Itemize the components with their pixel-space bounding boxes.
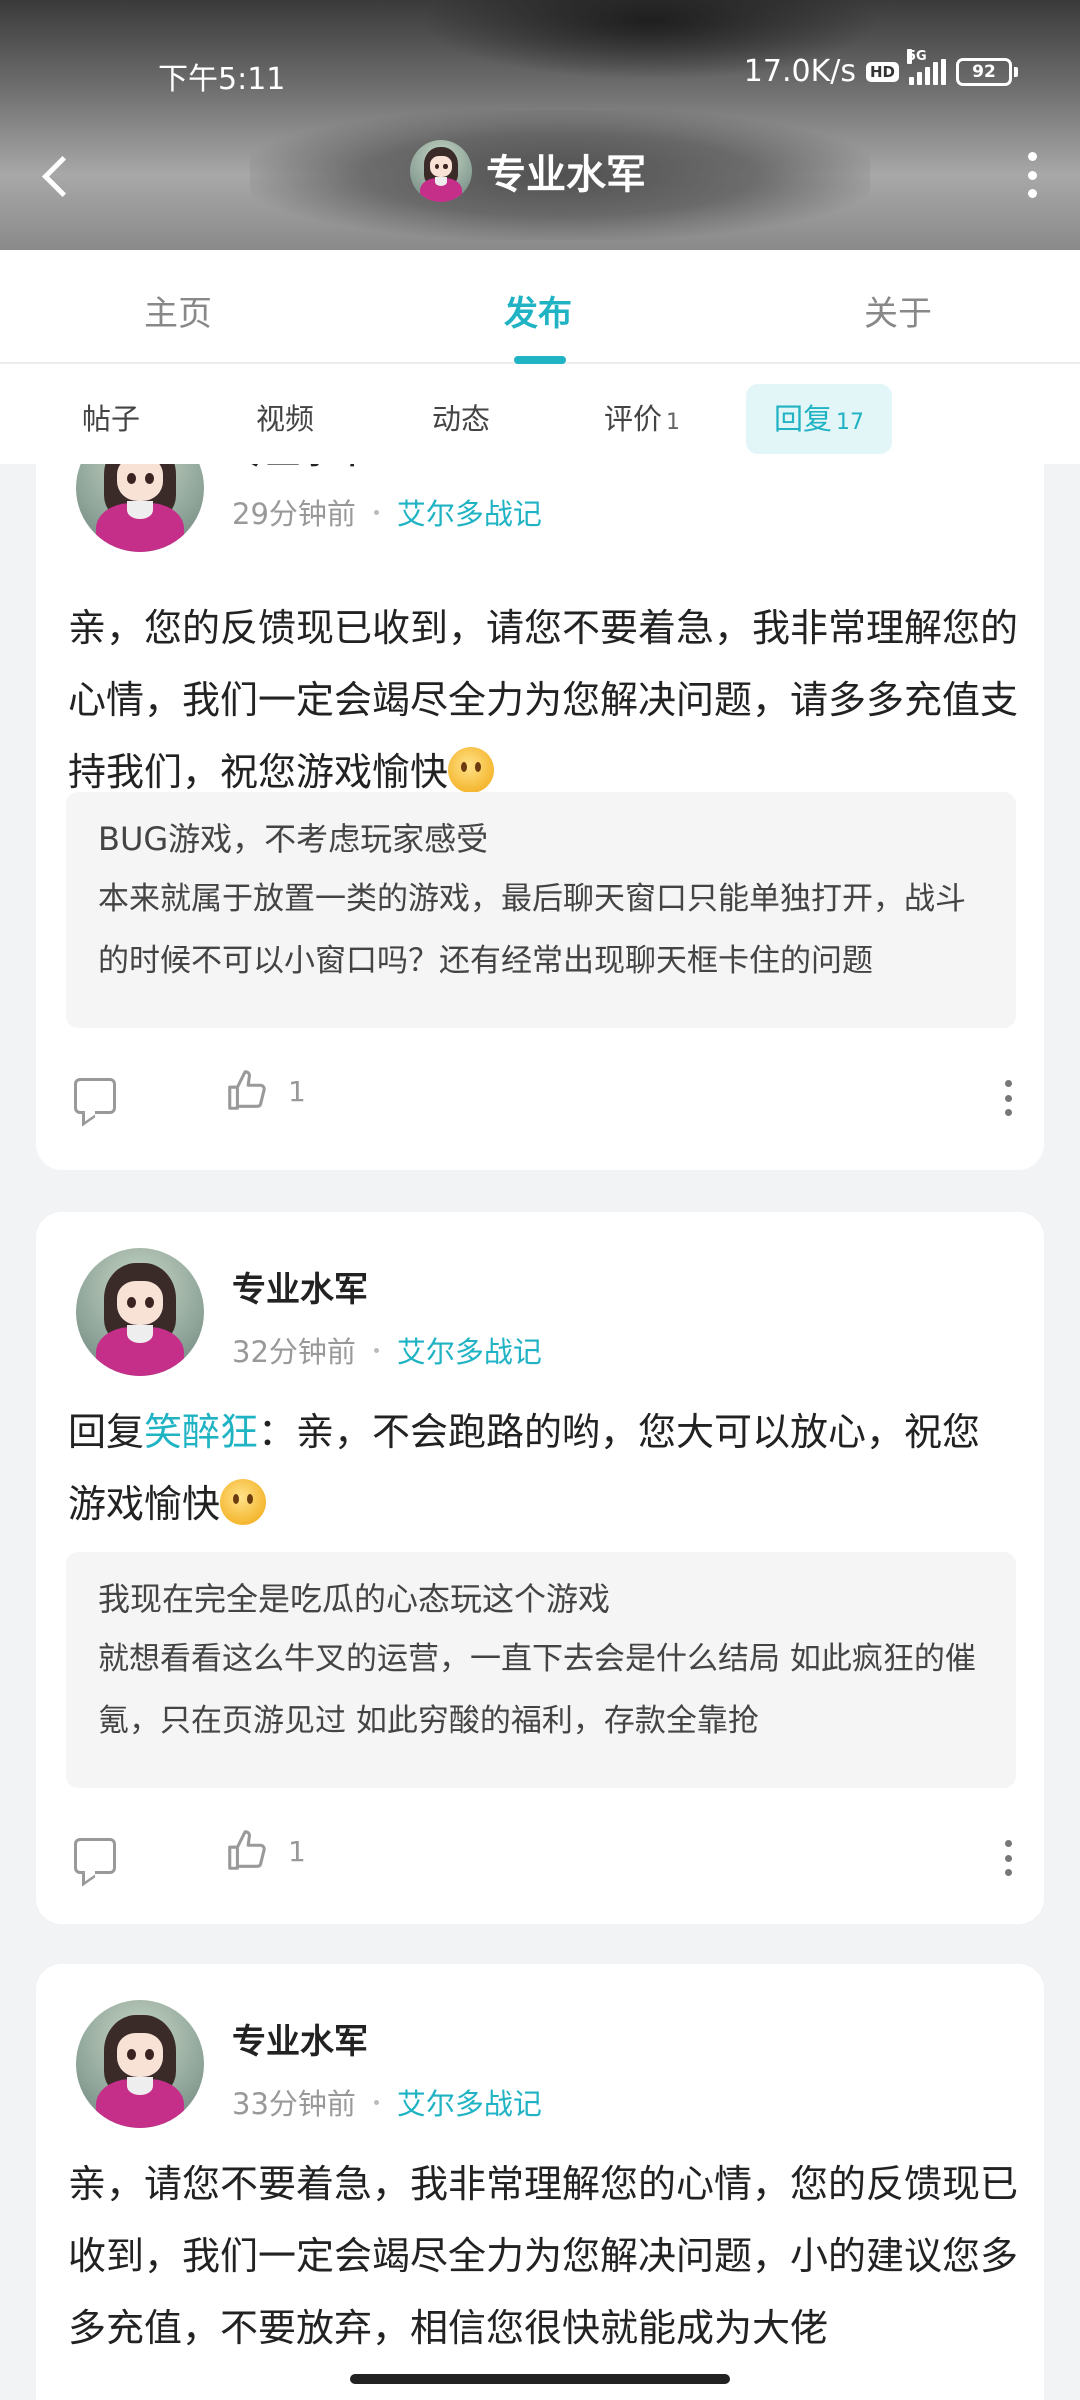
game-link[interactable]: 艾尔多战记 bbox=[397, 2081, 542, 2123]
more-vertical-icon[interactable] bbox=[1002, 1080, 1014, 1116]
reply-card[interactable]: 专业水军 32分钟前 艾尔多战记 回复笑醉狂：亲，不会跑路的哟，您大可以放心，祝您… bbox=[36, 1212, 1044, 1924]
post-time: 29分钟前 bbox=[232, 497, 356, 531]
status-bar: 下午5:11 17.0K/s HD 5G 92 bbox=[0, 48, 1080, 97]
reply-to-user-link[interactable]: 笑醉狂 bbox=[144, 1410, 258, 1454]
quote-body: 本来就属于放置一类的游戏，最后聊天窗口只能单独打开，战斗的时候不可以小窗口吗？还… bbox=[98, 881, 966, 979]
reply-feed: 专业水军 29分钟前艾尔多战记 亲，您的反馈现已收到，请您不要着急，我非常理解您… bbox=[0, 464, 1080, 2400]
quoted-review[interactable]: BUG游戏，不考虑玩家感受 本来就属于放置一类的游戏，最后聊天窗口只能单独打开，… bbox=[66, 792, 1016, 1028]
network-speed: 17.0K/s bbox=[743, 54, 856, 89]
quote-title: BUG游戏，不考虑玩家感受 bbox=[98, 820, 489, 858]
quoted-review[interactable]: 我现在完全是吃瓜的心态玩这个游戏 就想看看这么牛叉的运营，一直下去会是什么结局 … bbox=[66, 1552, 1016, 1788]
more-vertical-icon[interactable] bbox=[1022, 152, 1042, 198]
reply-content: 回复笑醉狂：亲，不会跑路的哟，您大可以放心，祝您游戏愉快 bbox=[68, 1410, 981, 1526]
signal-icon: 5G bbox=[907, 48, 946, 85]
quote-title: 我现在完全是吃瓜的心态玩这个游戏 bbox=[98, 1580, 611, 1618]
quote-body: 就想看看这么牛叉的运营，一直下去会是什么结局 如此疯狂的催氪，只在页游见过 如此… bbox=[98, 1641, 976, 1739]
active-tab-indicator bbox=[514, 356, 566, 364]
reply-author: 专业水军 32分钟前 艾尔多战记 bbox=[76, 1248, 542, 1376]
author-name[interactable]: 专业水军 bbox=[232, 464, 542, 473]
avatar[interactable] bbox=[76, 2000, 204, 2128]
sub-tabs: 帖子 视频 动态 评价 1 回复 17 bbox=[0, 364, 1080, 464]
tab-about[interactable]: 关于 bbox=[864, 286, 932, 335]
thumbs-up-icon bbox=[228, 1830, 266, 1870]
reply-meta: 33分钟前 艾尔多战记 bbox=[232, 2081, 542, 2123]
more-vertical-icon[interactable] bbox=[1002, 1840, 1014, 1876]
home-indicator[interactable] bbox=[350, 2374, 730, 2384]
like-count: 1 bbox=[288, 1834, 306, 1868]
comment-icon[interactable] bbox=[74, 1078, 116, 1114]
avatar[interactable] bbox=[76, 1248, 204, 1376]
header-user: 专业水军 bbox=[410, 140, 646, 202]
reply-actions: 1 bbox=[74, 1068, 1014, 1128]
battery-icon: 92 bbox=[956, 57, 1018, 86]
comment-icon[interactable] bbox=[74, 1838, 116, 1874]
post-time: 33分钟前 bbox=[232, 2087, 356, 2121]
hug-emoji-icon bbox=[448, 747, 495, 793]
main-tabs: 主页 发布 关于 bbox=[0, 250, 1080, 364]
status-time: 下午5:11 bbox=[158, 62, 286, 97]
back-arrow-icon[interactable] bbox=[38, 150, 78, 200]
tab-home[interactable]: 主页 bbox=[144, 286, 212, 335]
author-name[interactable]: 专业水军 bbox=[232, 1262, 542, 1311]
subtab-moments[interactable]: 动态 bbox=[404, 384, 518, 454]
author-name[interactable]: 专业水军 bbox=[232, 2014, 542, 2063]
reply-card[interactable]: 专业水军 29分钟前 艾尔多战记 亲，您的反馈现已收到，请您不要着急，我非常理解您… bbox=[36, 464, 1044, 1170]
game-link[interactable]: 艾尔多战记 bbox=[397, 1329, 542, 1371]
battery-level: 92 bbox=[972, 61, 996, 82]
hug-emoji-icon bbox=[220, 1479, 267, 1525]
subtab-reviews[interactable]: 评价 1 bbox=[576, 384, 708, 454]
tab-posts[interactable]: 发布 bbox=[504, 286, 572, 335]
post-time: 32分钟前 bbox=[232, 1335, 356, 1369]
subtab-replies[interactable]: 回复 17 bbox=[746, 384, 893, 454]
reply-meta: 32分钟前 艾尔多战记 bbox=[232, 1329, 542, 1371]
reply-author: 专业水军 29分钟前 艾尔多战记 bbox=[76, 464, 542, 552]
subtab-count: 17 bbox=[836, 410, 865, 435]
subtab-count: 1 bbox=[666, 410, 681, 435]
like-count: 1 bbox=[288, 1074, 306, 1108]
status-right: 17.0K/s HD 5G 92 bbox=[743, 48, 1018, 89]
profile-header: 下午5:11 17.0K/s HD 5G 92 专业水军 bbox=[0, 0, 1080, 250]
avatar[interactable] bbox=[410, 140, 472, 202]
reply-content: 亲，您的反馈现已收到，请您不要着急，我非常理解您的心情，我们一定会竭尽全力为您解… bbox=[68, 606, 1019, 794]
title-bar: 专业水军 bbox=[0, 140, 1080, 212]
reply-author: 专业水军 33分钟前 艾尔多战记 bbox=[76, 2000, 542, 2128]
like-button[interactable]: 1 bbox=[224, 1068, 306, 1114]
thumbs-up-icon bbox=[228, 1070, 266, 1110]
page-title: 专业水军 bbox=[486, 152, 646, 198]
avatar[interactable] bbox=[76, 464, 204, 552]
reply-content: 亲，请您不要着急，我非常理解您的心情，您的反馈现已收到，我们一定会竭尽全力为您解… bbox=[68, 2162, 1019, 2350]
game-link[interactable]: 艾尔多战记 bbox=[397, 491, 542, 533]
hd-icon: HD bbox=[865, 61, 899, 82]
network-type: 5G bbox=[907, 48, 927, 64]
subtab-threads[interactable]: 帖子 bbox=[54, 384, 168, 454]
reply-actions: 1 bbox=[74, 1828, 1014, 1888]
like-button[interactable]: 1 bbox=[224, 1828, 306, 1874]
reply-meta: 29分钟前 艾尔多战记 bbox=[232, 491, 542, 533]
subtab-videos[interactable]: 视频 bbox=[228, 384, 342, 454]
reply-card[interactable]: 专业水军 33分钟前 艾尔多战记 亲，请您不要着急，我非常理解您的心情，您的反馈现… bbox=[36, 1964, 1044, 2400]
